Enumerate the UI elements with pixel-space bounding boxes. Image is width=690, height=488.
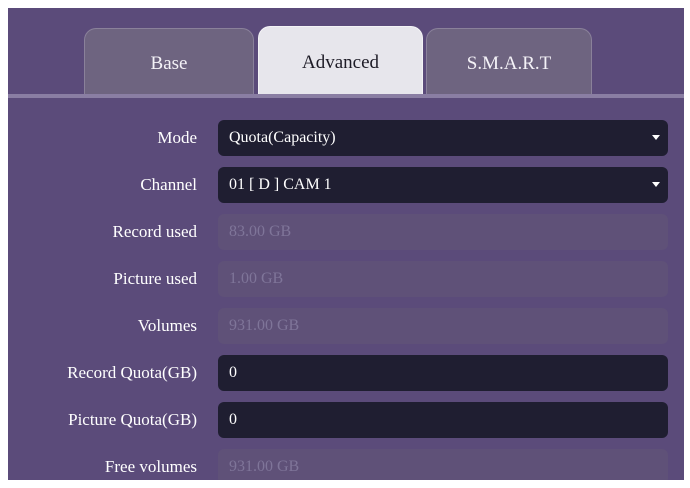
volumes-value: 931.00 GB — [229, 317, 300, 334]
mode-row: Mode Quota(Capacity) — [8, 118, 684, 158]
tab-advanced[interactable]: Advanced — [258, 26, 423, 98]
record-quota-value: 0 — [229, 364, 237, 381]
free-volumes-value: 931.00 GB — [229, 458, 300, 475]
mode-label: Mode — [157, 128, 197, 147]
storage-settings-panel: Base Advanced S.M.A.R.T Mode Quota(Capac… — [8, 8, 684, 480]
picture-used-field: 1.00 GB — [218, 261, 668, 297]
record-quota-row: Record Quota(GB) 0 — [8, 353, 684, 393]
tab-advanced-label: Advanced — [301, 51, 380, 73]
picture-quota-row: Picture Quota(GB) 0 — [8, 400, 684, 440]
picture-used-row: Picture used 1.00 GB — [8, 259, 684, 299]
picture-quota-label: Picture Quota(GB) — [68, 410, 197, 429]
volumes-row: Volumes 931.00 GB — [8, 306, 684, 346]
channel-row: Channel 01 [ D ] CAM 1 — [8, 165, 684, 205]
record-used-value: 83.00 GB — [229, 223, 292, 240]
tab-base[interactable]: Base — [84, 28, 254, 98]
tab-smart[interactable]: S.M.A.R.T — [426, 28, 592, 98]
channel-select[interactable]: 01 [ D ] CAM 1 — [218, 167, 668, 203]
channel-label: Channel — [140, 175, 197, 194]
picture-quota-input[interactable]: 0 — [218, 402, 668, 438]
tab-divider — [8, 94, 684, 98]
picture-used-value: 1.00 GB — [229, 270, 284, 287]
tab-smart-label: S.M.A.R.T — [466, 52, 552, 74]
picture-used-label: Picture used — [113, 269, 197, 288]
free-volumes-row: Free volumes 931.00 GB — [8, 447, 684, 480]
record-quota-input[interactable]: 0 — [218, 355, 668, 391]
free-volumes-label: Free volumes — [104, 457, 197, 476]
mode-value: Quota(Capacity) — [229, 129, 336, 146]
mode-select[interactable]: Quota(Capacity) — [218, 120, 668, 156]
record-used-label: Record used — [112, 222, 197, 241]
chevron-down-icon — [652, 182, 660, 187]
free-volumes-field: 931.00 GB — [218, 449, 668, 480]
volumes-field: 931.00 GB — [218, 308, 668, 344]
record-used-row: Record used 83.00 GB — [8, 212, 684, 252]
tab-base-label: Base — [150, 52, 188, 74]
channel-value: 01 [ D ] CAM 1 — [229, 176, 332, 193]
record-used-field: 83.00 GB — [218, 214, 668, 250]
picture-quota-value: 0 — [229, 411, 237, 428]
volumes-label: Volumes — [137, 316, 197, 335]
chevron-down-icon — [652, 135, 660, 140]
record-quota-label: Record Quota(GB) — [67, 363, 197, 382]
